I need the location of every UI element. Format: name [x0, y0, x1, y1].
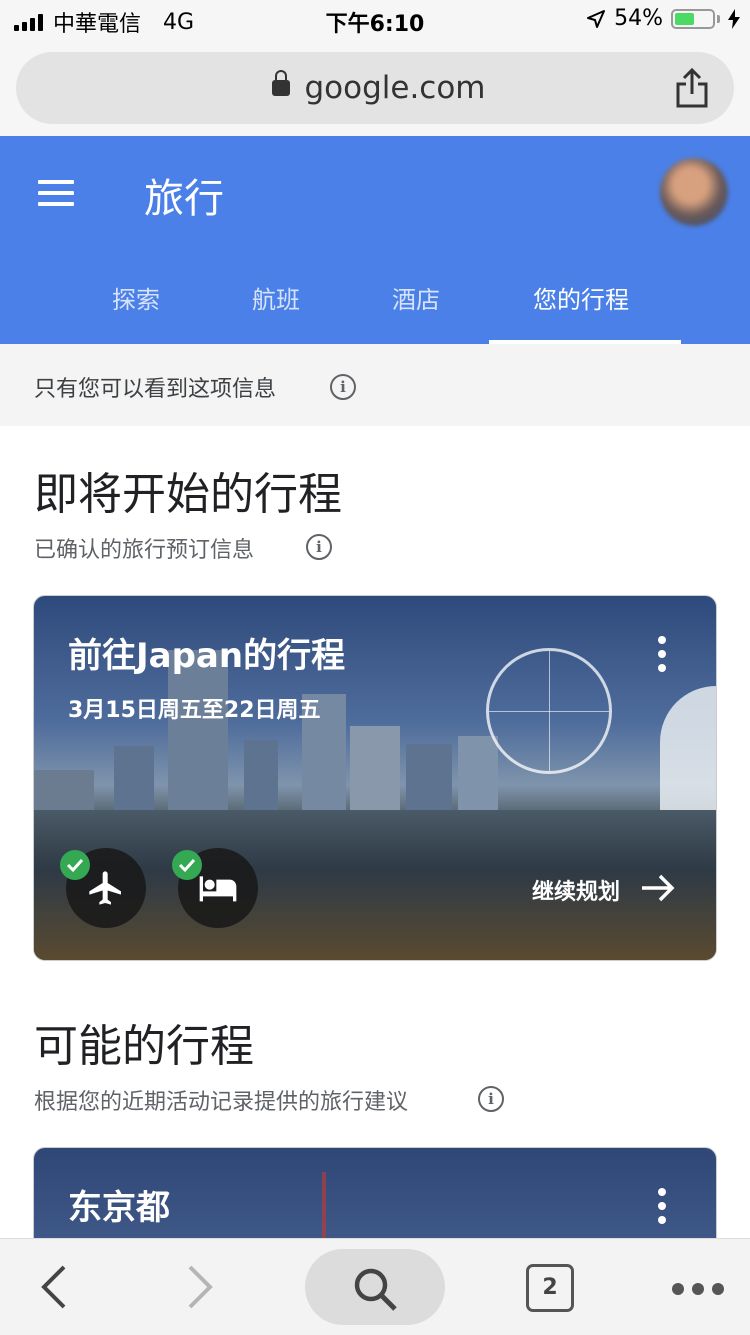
scenery-building [406, 744, 452, 810]
arrow-right-icon[interactable] [640, 872, 676, 904]
menu-icon[interactable] [38, 180, 74, 206]
tab-flights[interactable]: 航班 [252, 280, 300, 315]
scenery-building [458, 736, 498, 810]
forward-icon[interactable] [186, 1263, 216, 1311]
battery-percent: 54% [614, 6, 663, 31]
info-icon[interactable]: i [306, 534, 332, 560]
tab-switcher-button[interactable]: 2 [526, 1264, 574, 1312]
confirmed-check-icon [60, 850, 90, 880]
upcoming-trips-title: 即将开始的行程 [34, 469, 342, 520]
tab-bar: 探索 航班 酒店 您的行程 [0, 266, 750, 344]
scenery-building [114, 746, 154, 810]
continue-planning-link[interactable]: 继续规划 [532, 874, 620, 906]
url-text: google.com [304, 70, 486, 106]
address-bar[interactable]: google.com [16, 52, 734, 124]
privacy-notice: 只有您可以看到这项信息 i [0, 344, 750, 426]
search-icon [354, 1268, 397, 1311]
bed-icon [199, 876, 237, 902]
possible-trip-title: 东京都 [68, 1188, 170, 1228]
charging-bolt-icon [728, 8, 740, 29]
browser-url-area: google.com [0, 40, 750, 136]
tab-explore[interactable]: 探索 [112, 280, 160, 315]
tab-hotels[interactable]: 酒店 [392, 280, 440, 315]
status-bar: 中華電信 4G 下午6:10 54% [0, 0, 750, 40]
location-arrow-icon [587, 9, 606, 28]
scenery-building [34, 770, 94, 810]
airplane-icon [89, 871, 121, 905]
info-icon[interactable]: i [330, 374, 356, 400]
confirmed-check-icon [172, 850, 202, 880]
privacy-notice-text: 只有您可以看到这项信息 [34, 377, 277, 402]
upcoming-trips-subtitle: 已确认的旅行预订信息 [34, 538, 255, 563]
app-title: 旅行 [144, 176, 224, 222]
possible-trips-subtitle: 根据您的近期活动记录提供的旅行建议 [34, 1090, 409, 1115]
avatar[interactable] [660, 158, 728, 226]
app-header: 旅行 探索 航班 酒店 您的行程 [0, 136, 750, 344]
share-icon[interactable] [672, 66, 712, 110]
scenery-building [244, 740, 278, 810]
browser-toolbar: 2 [0, 1238, 750, 1335]
ferris-wheel-image [486, 648, 612, 774]
more-options-icon[interactable] [658, 636, 666, 672]
scenery-building [350, 726, 400, 810]
search-button[interactable] [305, 1249, 445, 1325]
trip-card-title: 前往Japan的行程 [68, 636, 346, 676]
more-options-icon[interactable] [658, 1188, 666, 1224]
possible-trips-title: 可能的行程 [34, 1021, 254, 1072]
info-icon[interactable]: i [478, 1086, 504, 1112]
trip-card-dates: 3月15日周五至22日周五 [68, 698, 321, 723]
upcoming-trip-card[interactable]: 前往Japan的行程 3月15日周五至22日周五 继续规划 [33, 595, 717, 961]
back-icon[interactable] [38, 1263, 68, 1311]
tab-your-trips[interactable]: 您的行程 [533, 280, 629, 315]
battery-icon [671, 8, 715, 29]
